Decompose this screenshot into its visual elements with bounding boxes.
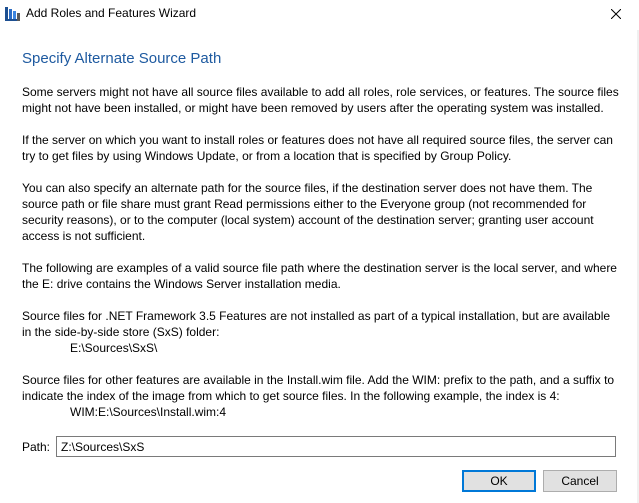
close-button[interactable] [593,0,639,30]
paragraph-wim: Source files for other features are avai… [22,373,615,403]
title-bar[interactable]: Add Roles and Features Wizard [0,0,639,30]
window-title: Add Roles and Features Wizard [26,6,197,20]
paragraph-netfx: Source files for .NET Framework 3.5 Feat… [22,309,611,339]
path-label: Path: [22,440,51,454]
path-input[interactable] [56,436,616,457]
paragraph-examples: The following are examples of a valid so… [22,261,617,291]
paragraph-intro: Some servers might not have all source f… [22,85,619,115]
example-wim-path: WIM:E:\Sources\Install.wim:4 [70,405,227,419]
paragraph-alternate-path: You can also specify an alternate path f… [22,181,594,243]
page-title: Specify Alternate Source Path [22,50,222,67]
cancel-button[interactable]: Cancel [543,470,617,492]
wizard-window: Add Roles and Features Wizard Specify Al… [0,0,639,503]
close-icon [610,6,622,24]
server-manager-icon [5,7,20,21]
paragraph-windows-update: If the server on which you want to insta… [22,133,613,163]
example-sxs-path: E:\Sources\SxS\ [70,341,158,355]
ok-button[interactable]: OK [462,470,536,492]
